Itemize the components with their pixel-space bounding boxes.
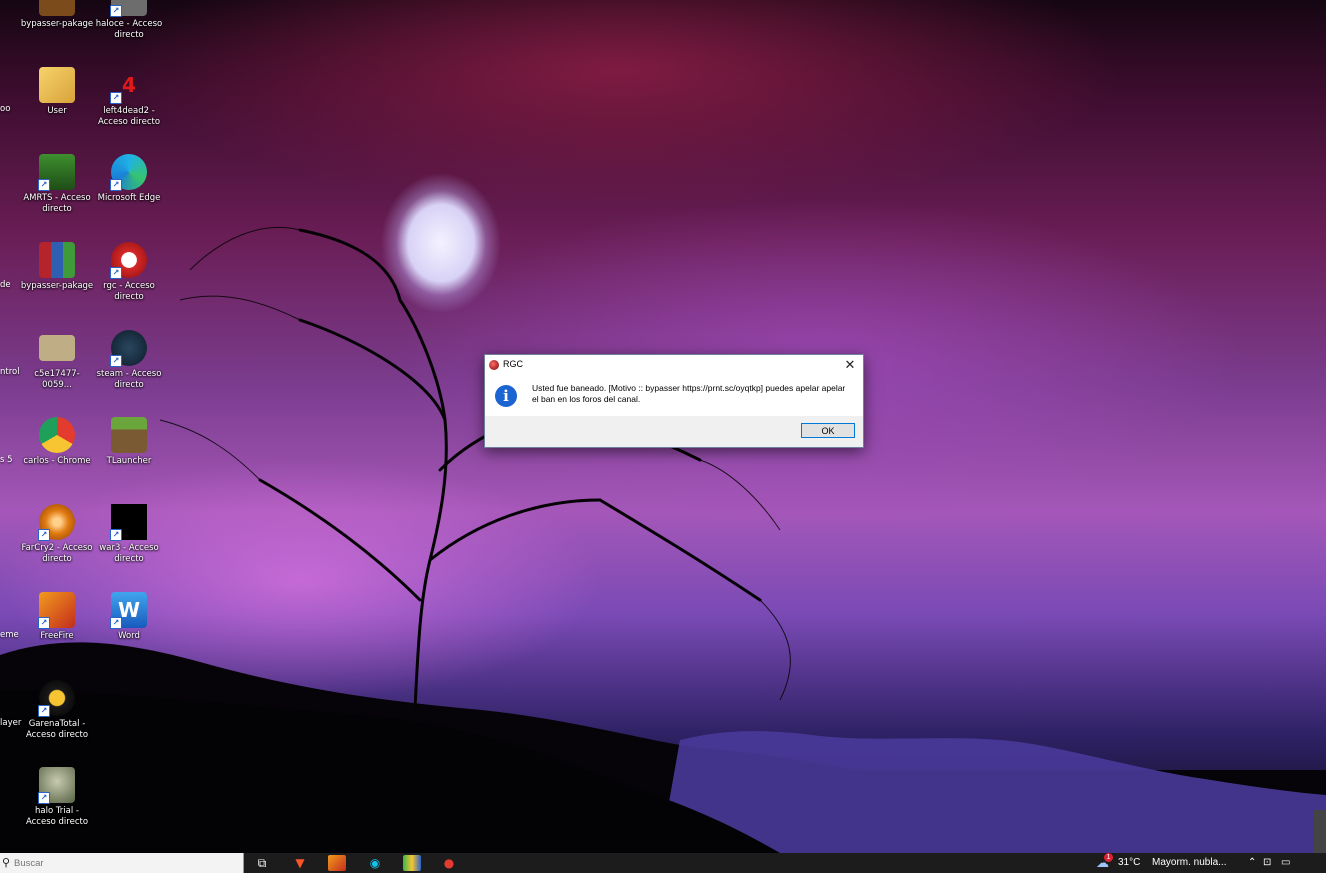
desktop-icon-tlauncher[interactable]: TLauncher bbox=[92, 417, 166, 467]
desktop-icon-label: FreeFire bbox=[40, 631, 74, 641]
garena-taskbar-icon[interactable]: ◉ bbox=[366, 855, 384, 871]
halo-helmet-icon: ↗ bbox=[38, 767, 75, 804]
desktop-icon-chrome[interactable]: carlos - Chrome bbox=[20, 417, 94, 467]
chevron-up-icon[interactable]: ⌃ bbox=[1248, 857, 1256, 868]
partial-icon-label: layer bbox=[0, 718, 22, 728]
desktop-icon-label: bypasser-pakage bbox=[20, 19, 94, 29]
desktop-icon-label: war3 - Acceso directo bbox=[99, 543, 159, 564]
desktop-icon-haloce[interactable]: ↗ haloce - Acceso directo bbox=[92, 0, 166, 41]
army-men-icon: ↗ bbox=[38, 154, 75, 191]
desktop-icon-word[interactable]: W ↗ Word bbox=[92, 592, 166, 642]
winrar-archive-icon bbox=[39, 242, 75, 278]
desktop-icon-microsoft-edge[interactable]: ↗ Microsoft Edge bbox=[92, 154, 166, 204]
task-view-icon[interactable]: ⧉ bbox=[253, 855, 271, 871]
bluestacks-taskbar-icon[interactable] bbox=[403, 855, 421, 871]
desktop-icon-farcry2[interactable]: ↗ FarCry2 - Acceso directo bbox=[20, 504, 94, 565]
desktop-icon-halo-trial[interactable]: ↗ halo Trial - Acceso directo bbox=[20, 767, 94, 828]
desktop-icon-label: halo Trial - Acceso directo bbox=[25, 806, 89, 827]
rgc-app-icon bbox=[489, 360, 499, 370]
desktop-icon-rgc[interactable]: ↗ rgc - Acceso directo bbox=[92, 242, 166, 303]
rgc-ban-dialog: RGC ✕ i Usted fue baneado. [Motivo :: by… bbox=[484, 354, 864, 448]
minecraft-grass-block-icon bbox=[111, 417, 147, 453]
weather-temp[interactable]: 31°C bbox=[1118, 857, 1140, 868]
desktop-icon-left4dead2[interactable]: 4 ↗ left4dead2 - Acceso directo bbox=[92, 67, 166, 128]
close-button[interactable]: ✕ bbox=[837, 355, 863, 375]
weather-condition[interactable]: Mayorm. nubla... bbox=[1152, 857, 1226, 868]
dialog-footer: OK bbox=[485, 416, 863, 447]
desktop-icon-image-file[interactable]: c5e17477-0059... bbox=[20, 330, 94, 391]
desktop-icon-steam[interactable]: ↗ steam - Acceso directo bbox=[92, 330, 166, 391]
partial-icon-label: eme bbox=[0, 630, 19, 640]
desktop-icon-label: carlos - Chrome bbox=[23, 456, 91, 466]
desktop-icon-user[interactable]: User bbox=[20, 67, 94, 117]
desktop-icon-label: User bbox=[47, 106, 67, 116]
desktop-icon-label: Word bbox=[118, 631, 140, 641]
system-tray: ☁ 1 31°C Mayorm. nubla... ⌃ ⊡ ▭ bbox=[1096, 853, 1326, 873]
info-icon: i bbox=[495, 385, 517, 407]
word-icon: W ↗ bbox=[110, 592, 147, 629]
weather-alert-badge: 1 bbox=[1104, 853, 1113, 862]
rgc-icon: ↗ bbox=[110, 242, 147, 279]
rgc-taskbar-icon[interactable]: ● bbox=[440, 855, 458, 871]
desktop-icon-garenatotal[interactable]: ↗ GarenaTotal - Acceso directo bbox=[20, 680, 94, 741]
search-input[interactable] bbox=[14, 855, 234, 871]
dialog-title: RGC bbox=[503, 359, 523, 369]
user-folder-icon bbox=[39, 67, 75, 103]
network-icon[interactable]: ⊡ bbox=[1263, 857, 1271, 868]
folder-package-icon bbox=[39, 0, 75, 16]
halo-icon: ↗ bbox=[110, 0, 147, 17]
desktop-icon-label: rgc - Acceso directo bbox=[103, 281, 155, 302]
desktop-icon-label: AMRTS - Acceso directo bbox=[23, 193, 91, 214]
desktop-icon-label: Microsoft Edge bbox=[97, 193, 161, 203]
scroll-edge-strip bbox=[1314, 810, 1326, 853]
desktop-icon-bypasser-pakage-top[interactable]: bypasser-pakage bbox=[20, 0, 94, 30]
dialog-titlebar[interactable]: RGC ✕ bbox=[485, 355, 863, 375]
desktop-icon-label: steam - Acceso directo bbox=[96, 369, 162, 390]
partial-icon-label: de bbox=[0, 280, 11, 290]
desktop-icon-label: c5e17477-0059... bbox=[34, 369, 80, 390]
freefire-taskbar-icon[interactable] bbox=[328, 855, 346, 871]
desktop-icon-label: bypasser-pakage bbox=[20, 281, 94, 291]
desktop-icon-freefire[interactable]: ↗ FreeFire bbox=[20, 592, 94, 642]
desktop-icon-label: haloce - Acceso directo bbox=[95, 19, 163, 40]
left4dead2-icon: 4 ↗ bbox=[110, 67, 147, 104]
farcry2-icon: ↗ bbox=[38, 504, 75, 541]
dialog-message: Usted fue baneado. [Motivo :: bypasser h… bbox=[532, 383, 846, 404]
desktop-icon-amrts[interactable]: ↗ AMRTS - Acceso directo bbox=[20, 154, 94, 215]
desktop-icon-label: GarenaTotal - Acceso directo bbox=[25, 719, 89, 740]
image-thumbnail-icon bbox=[39, 335, 75, 361]
desktop-icon-war3[interactable]: ↗ war3 - Acceso directo bbox=[92, 504, 166, 565]
brave-browser-icon[interactable]: ▼ bbox=[291, 855, 309, 871]
partial-icon-label: s 5 bbox=[0, 455, 13, 465]
search-icon: ⚲ bbox=[2, 856, 11, 869]
freefire-icon: ↗ bbox=[38, 592, 75, 629]
desktop-icon-label: FarCry2 - Acceso directo bbox=[21, 543, 93, 564]
chrome-icon bbox=[39, 417, 75, 453]
taskbar: ⚲ ⧉ ▼ ◉ ● ☁ 1 31°C Mayorm. nubla... ⌃ ⊡ … bbox=[0, 853, 1326, 873]
edge-icon: ↗ bbox=[110, 154, 147, 191]
garena-icon: ↗ bbox=[38, 680, 75, 717]
partial-icon-label: oo bbox=[0, 104, 11, 114]
desktop-icon-label: left4dead2 - Acceso directo bbox=[97, 106, 161, 127]
war3-icon: ↗ bbox=[110, 504, 147, 541]
partial-icon-label: ntrol bbox=[0, 367, 20, 377]
desktop-icon-bypasser-pakage[interactable]: bypasser-pakage bbox=[20, 242, 94, 292]
dialog-body: i Usted fue baneado. [Motivo :: bypasser… bbox=[485, 375, 863, 415]
taskbar-search-box[interactable]: ⚲ bbox=[0, 853, 244, 873]
notification-icon[interactable]: ▭ bbox=[1281, 857, 1290, 868]
steam-icon: ↗ bbox=[110, 330, 147, 367]
desktop-icon-label: TLauncher bbox=[106, 456, 152, 466]
ok-button[interactable]: OK bbox=[801, 423, 855, 438]
